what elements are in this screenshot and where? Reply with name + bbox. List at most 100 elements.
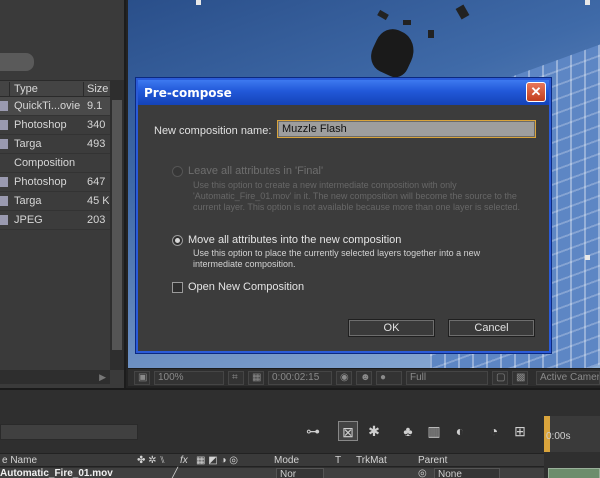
always-preview-icon[interactable]: ▣ (134, 371, 150, 385)
project-item-type: Targa (14, 195, 42, 207)
draft-3d-icon[interactable]: ✱ (364, 421, 384, 441)
timeline-panel: ⊶ ⊠ ✱ ♣ ▥ ◐ ◔ ⊞ 0:00s e Name ✤ ✲ ⑊ fx ▦ … (0, 388, 600, 478)
ok-button[interactable]: OK (348, 319, 435, 337)
time-ruler[interactable]: 0:00s (544, 416, 600, 452)
live-update-icon[interactable]: ⊠ (338, 421, 358, 441)
project-item-size: 45 K (87, 195, 109, 207)
project-column-header: Type Size (0, 80, 110, 97)
snapshot-icon[interactable]: ◉ (336, 371, 352, 385)
label-color-chip[interactable] (0, 215, 8, 225)
project-search-field[interactable] (0, 53, 34, 71)
fx-switch-header[interactable]: fx (180, 455, 188, 466)
project-item-size: 647 (87, 176, 106, 188)
graph-editor-icon[interactable]: ⊞ (510, 421, 530, 441)
region-of-interest-icon[interactable]: ▢ (492, 371, 508, 385)
trkmat-column[interactable]: TrkMat (356, 455, 387, 466)
project-item[interactable]: Composition (0, 154, 110, 173)
column-size-header[interactable]: Size (87, 83, 108, 95)
layer-parent-dropdown[interactable]: None (434, 468, 500, 478)
project-item-type: Photoshop (14, 176, 67, 188)
timeline-search-field[interactable] (0, 424, 138, 440)
debris (403, 20, 411, 25)
layer-duration-bar[interactable] (548, 468, 600, 478)
column-divider[interactable] (83, 82, 84, 96)
open-new-composition-checkbox[interactable] (172, 282, 183, 293)
source-name-column[interactable]: e Name (2, 455, 37, 466)
motion-blur-icon[interactable]: ◐ (450, 421, 470, 441)
cancel-button[interactable]: Cancel (448, 319, 535, 337)
camera-view-dropdown[interactable]: Active Camera (536, 371, 600, 385)
move-attributes-radio[interactable] (172, 235, 183, 246)
debris (428, 30, 434, 38)
grid-icon[interactable]: ▦ (248, 371, 264, 385)
label-color-chip[interactable] (0, 139, 8, 149)
move-attributes-label: Move all attributes into the new composi… (188, 234, 402, 246)
project-item[interactable]: QuickTi...ovie 9.1 (0, 97, 110, 116)
composition-name-input[interactable] (277, 120, 536, 138)
safe-margins-icon[interactable]: ⌗ (228, 371, 244, 385)
ruler-zero-label: 0:00s (546, 431, 571, 442)
project-item-size: 9.1 (87, 100, 103, 112)
label-color-chip[interactable] (0, 120, 8, 130)
project-item[interactable]: Photoshop 647 (0, 173, 110, 192)
column-divider[interactable] (9, 82, 10, 96)
helicopter-footage (365, 23, 421, 82)
t-column[interactable]: T (335, 455, 341, 466)
project-item-type: JPEG (14, 214, 43, 226)
layer-name[interactable]: Automatic_Fire_01.mov (0, 468, 113, 478)
layer-handle[interactable] (585, 255, 590, 260)
leave-attributes-description: Use this option to create a new intermed… (193, 180, 521, 212)
magnification-dropdown[interactable]: 100% (154, 371, 224, 385)
move-attributes-description: Use this option to place the currently s… (193, 248, 481, 269)
hide-shy-layers-icon[interactable]: ♣ (398, 421, 418, 441)
dialog-title: Pre-compose (144, 86, 232, 100)
dialog-titlebar[interactable]: Pre-compose ✕ (138, 80, 549, 105)
transparency-grid-icon[interactable]: ▩ (512, 371, 528, 385)
show-snapshot-icon[interactable]: ☻ (356, 371, 372, 385)
frame-blending-icon[interactable]: ▥ (424, 421, 444, 441)
channel-icon[interactable]: ● (376, 371, 402, 385)
leave-attributes-radio[interactable] (172, 166, 183, 177)
project-item-type: Composition (14, 157, 76, 169)
project-vertical-scrollbar[interactable] (110, 80, 124, 370)
layer-handle[interactable] (196, 0, 201, 5)
project-item[interactable]: Targa 493 (0, 135, 110, 154)
switches-icons[interactable]: ✤ ✲ ⑊ (137, 455, 165, 466)
debris (455, 4, 470, 20)
scroll-thumb[interactable] (112, 100, 122, 350)
project-horizontal-scrollbar[interactable]: ▶ (0, 370, 110, 384)
project-item-size: 203 (87, 214, 106, 226)
switch-icons[interactable]: ▦ ◩ ◑ ◎ (196, 455, 238, 466)
project-item-list: QuickTi...ovie 9.1 Photoshop 340 Targa 4… (0, 97, 110, 230)
project-item-size: 493 (87, 138, 106, 150)
parent-column[interactable]: Parent (418, 455, 447, 466)
mode-column[interactable]: Mode (274, 455, 299, 466)
project-item-type: Targa (14, 138, 42, 150)
project-item[interactable]: Targa 45 K (0, 192, 110, 211)
label-color-chip[interactable] (0, 177, 8, 187)
label-color-chip[interactable] (0, 196, 8, 206)
viewer-toolbar: ▣ 100% ⌗ ▦ 0:00:02:15 ◉ ☻ ● Full ▢ ▩ Act… (128, 368, 600, 386)
layer-switch-icon[interactable]: ╱ (172, 468, 178, 478)
project-item[interactable]: JPEG 203 (0, 211, 110, 230)
layer-handle[interactable] (585, 0, 590, 5)
scroll-right-arrow-icon[interactable]: ▶ (99, 372, 106, 383)
close-icon[interactable]: ✕ (526, 82, 546, 102)
label-color-chip[interactable] (0, 101, 8, 111)
comp-mini-flowchart-icon[interactable]: ⊶ (303, 421, 323, 441)
brainstorm-icon[interactable]: ◔ (484, 421, 504, 441)
project-item-type: Photoshop (14, 119, 67, 131)
layer-mode-dropdown[interactable]: Nor (276, 468, 324, 478)
open-new-composition-label: Open New Composition (188, 281, 305, 293)
project-item-type: QuickTi...ovie (14, 100, 81, 112)
timeline-layer-row[interactable]: Automatic_Fire_01.mov ╱ Nor ◎ None (0, 468, 544, 478)
pick-whip-icon[interactable]: ◎ (418, 468, 427, 478)
column-type-header[interactable]: Type (14, 83, 38, 95)
timeline-column-header: e Name ✤ ✲ ⑊ fx ▦ ◩ ◑ ◎ Mode T TrkMat Pa… (0, 453, 544, 467)
resolution-dropdown[interactable]: Full (406, 371, 488, 385)
current-time-field[interactable]: 0:00:02:15 (268, 371, 332, 385)
debris (377, 9, 389, 21)
project-item[interactable]: Photoshop 340 (0, 116, 110, 135)
project-item-size: 340 (87, 119, 106, 131)
composition-name-label: New composition name: (154, 125, 272, 137)
